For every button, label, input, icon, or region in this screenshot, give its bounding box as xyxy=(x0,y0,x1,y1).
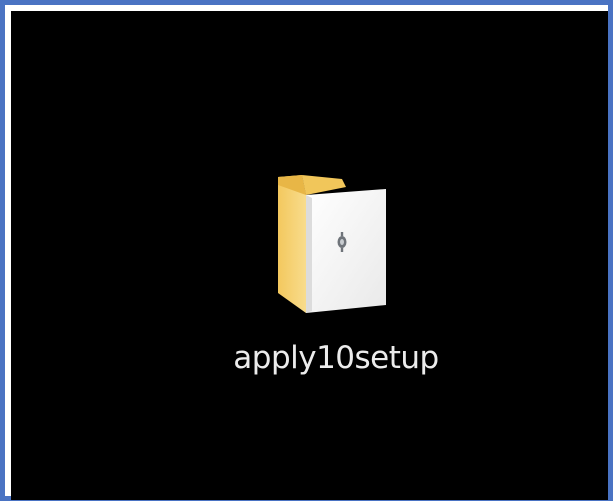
desktop-background: apply10setup xyxy=(11,11,608,500)
folder-name-label[interactable]: apply10setup xyxy=(200,340,472,376)
folder-icon xyxy=(278,175,386,313)
desktop-folder-item[interactable]: apply10setup xyxy=(200,157,472,397)
screenshot-frame: apply10setup xyxy=(0,0,613,501)
